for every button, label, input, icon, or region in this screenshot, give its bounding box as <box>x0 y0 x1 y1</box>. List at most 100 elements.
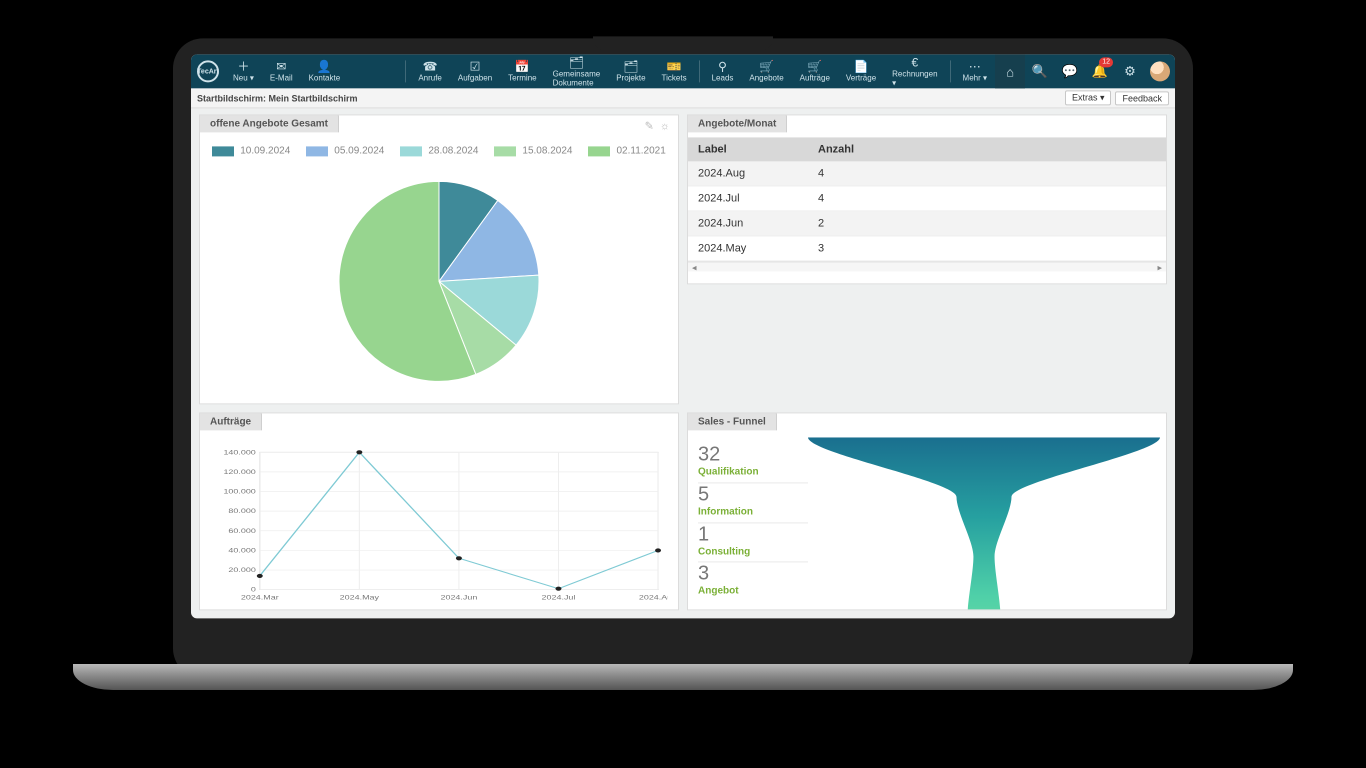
widget-title: offene Angebote Gesamt <box>199 114 339 132</box>
nav-item[interactable]: 📄Verträge <box>838 54 884 88</box>
col-anzahl: Anzahl <box>808 137 1166 161</box>
nav-icon: 🛒 <box>759 60 774 72</box>
table-row[interactable]: 2024.Jul4 <box>688 186 1166 211</box>
brand-logo[interactable]: TecArt <box>191 54 225 88</box>
nav-group-right: ⚲Leads🛒Angebote🛒Aufträge📄Verträge€Rechnu… <box>704 54 946 88</box>
nav-label: Verträge <box>846 73 876 82</box>
nav-label: Leads <box>712 73 734 82</box>
nav-label: Projekte <box>616 73 645 82</box>
breadcrumb: Startbildschirm: Mein Startbildschirm <box>197 93 358 103</box>
legend-item[interactable]: 02.11.2021 <box>588 145 665 156</box>
feedback-button[interactable]: Feedback <box>1115 91 1169 105</box>
bell-icon[interactable]: 🔔12 <box>1085 54 1115 88</box>
nav-icon: 🎫 <box>667 60 682 72</box>
avatar[interactable] <box>1145 54 1175 88</box>
nav-item[interactable]: ☑Aufgaben <box>450 54 500 88</box>
widget-title: Sales - Funnel <box>687 412 777 430</box>
table-row[interactable]: 2024.Jun2 <box>688 211 1166 236</box>
search-icon[interactable]: 🔍 <box>1025 54 1055 88</box>
nav-more[interactable]: ⋯ Mehr ▾ <box>955 54 995 88</box>
table-row[interactable]: 2024.May3 <box>688 236 1166 261</box>
svg-text:2024.Jul: 2024.Jul <box>542 594 576 601</box>
topbar: TecArt ＋Neu ▾✉E-Mail👤Kontakte ☎Anrufe☑Au… <box>191 54 1175 88</box>
nav-label: E-Mail <box>270 73 293 82</box>
funnel-chart <box>808 437 1160 610</box>
nav-label: Neu ▾ <box>233 73 254 82</box>
widget-title: Angebote/Monat <box>687 114 787 132</box>
nav-item[interactable]: ⚲Leads <box>704 54 742 88</box>
nav-label: Angebote <box>749 73 783 82</box>
nav-label: Kontakte <box>309 73 341 82</box>
nav-item[interactable]: ☎Anrufe <box>410 54 450 88</box>
widget-title: Aufträge <box>199 412 262 430</box>
svg-text:2024.Aug: 2024.Aug <box>639 594 668 601</box>
nav-utility: ⌂ 🔍 💬 🔔12 ⚙ <box>995 54 1175 88</box>
funnel-stage: 1Consulting <box>698 523 808 563</box>
nav-item[interactable]: 🎫Tickets <box>654 54 695 88</box>
table-rows[interactable]: 2024.Aug42024.Jul42024.Jun22024.May3 <box>688 161 1166 261</box>
nav-icon: 🗂 <box>623 60 638 72</box>
svg-text:0: 0 <box>251 586 256 593</box>
nav-label: Mehr ▾ <box>963 73 987 82</box>
nav-icon: 📅 <box>515 60 530 72</box>
nav-icon: 📄 <box>854 60 869 72</box>
pie-chart <box>329 171 549 391</box>
svg-text:80.000: 80.000 <box>228 508 255 515</box>
nav-label: Aufträge <box>800 73 830 82</box>
breadcrumb-bar: Startbildschirm: Mein Startbildschirm Ex… <box>191 88 1175 108</box>
nav-item[interactable]: 🗂Gemeinsame Dokumente <box>545 54 609 88</box>
table-body: Label Anzahl 2024.Aug42024.Jul42024.Jun2… <box>688 137 1166 283</box>
nav-icon: € <box>912 56 919 68</box>
nav-item[interactable]: 🗂Projekte <box>608 54 653 88</box>
nav-label: Tickets <box>662 73 687 82</box>
svg-text:2024.Jun: 2024.Jun <box>440 594 477 601</box>
svg-text:20.000: 20.000 <box>228 566 255 573</box>
funnel-body: 32Qualifikation5Information1Consulting3A… <box>688 435 1166 609</box>
svg-text:100.000: 100.000 <box>223 488 255 495</box>
home-icon[interactable]: ⌂ <box>995 54 1025 88</box>
brand-logo-text: TecArt <box>197 60 219 82</box>
nav-icon: ⚲ <box>718 60 727 72</box>
table-scrollbar[interactable]: ◂▸ <box>688 261 1166 271</box>
widget-actions[interactable]: ✎ ☼ <box>645 119 670 132</box>
chat-icon[interactable]: 💬 <box>1055 54 1085 88</box>
dashboard-grid: offene Angebote Gesamt ✎ ☼ 10.09.2024 05.… <box>199 114 1167 610</box>
extras-button[interactable]: Extras ▾ <box>1065 90 1112 105</box>
svg-text:60.000: 60.000 <box>228 527 255 534</box>
gear-icon[interactable]: ⚙ <box>1115 54 1145 88</box>
table-header: Label Anzahl <box>688 137 1166 161</box>
svg-text:2024.May: 2024.May <box>340 594 379 601</box>
col-label: Label <box>688 137 808 161</box>
nav-icon: 🗂 <box>569 56 584 68</box>
app-screen: TecArt ＋Neu ▾✉E-Mail👤Kontakte ☎Anrufe☑Au… <box>191 54 1175 618</box>
nav-label: Aufgaben <box>458 73 492 82</box>
nav-item[interactable]: ✉E-Mail <box>262 54 301 88</box>
nav-label: Termine <box>508 73 536 82</box>
funnel-stage-labels: 32Qualifikation5Information1Consulting3A… <box>698 443 808 601</box>
table-row[interactable]: 2024.Aug4 <box>688 161 1166 186</box>
laptop-notch <box>593 36 773 50</box>
nav-icon: ☎ <box>423 60 438 72</box>
nav-item[interactable]: 👤Kontakte <box>301 54 349 88</box>
widget-pie: offene Angebote Gesamt ✎ ☼ 10.09.2024 05.… <box>199 114 679 404</box>
nav-icon: ✉ <box>276 60 286 72</box>
pie-legend: 10.09.2024 05.09.2024 28.08.2024 15.08.2024… <box>200 137 678 160</box>
legend-item[interactable]: 10.09.2024 <box>212 145 290 156</box>
nav-icon: ☑ <box>470 60 481 72</box>
funnel-stage: 3Angebot <box>698 563 808 602</box>
funnel-stage: 32Qualifikation <box>698 443 808 483</box>
nav-group-left: ＋Neu ▾✉E-Mail👤Kontakte <box>225 54 401 88</box>
nav-item[interactable]: €Rechnungen ▾ <box>884 54 945 88</box>
laptop-base <box>73 664 1293 690</box>
legend-item[interactable]: 05.09.2024 <box>306 145 384 156</box>
nav-item[interactable]: 📅Termine <box>500 54 544 88</box>
svg-text:140.000: 140.000 <box>223 449 255 456</box>
more-icon: ⋯ <box>969 60 981 72</box>
nav-icon: ＋ <box>237 60 249 72</box>
legend-item[interactable]: 15.08.2024 <box>494 145 572 156</box>
nav-item[interactable]: 🛒Aufträge <box>792 54 838 88</box>
nav-item[interactable]: ＋Neu ▾ <box>225 54 262 88</box>
legend-item[interactable]: 28.08.2024 <box>400 145 478 156</box>
svg-text:2024.Mar: 2024.Mar <box>241 594 279 601</box>
nav-item[interactable]: 🛒Angebote <box>741 54 791 88</box>
